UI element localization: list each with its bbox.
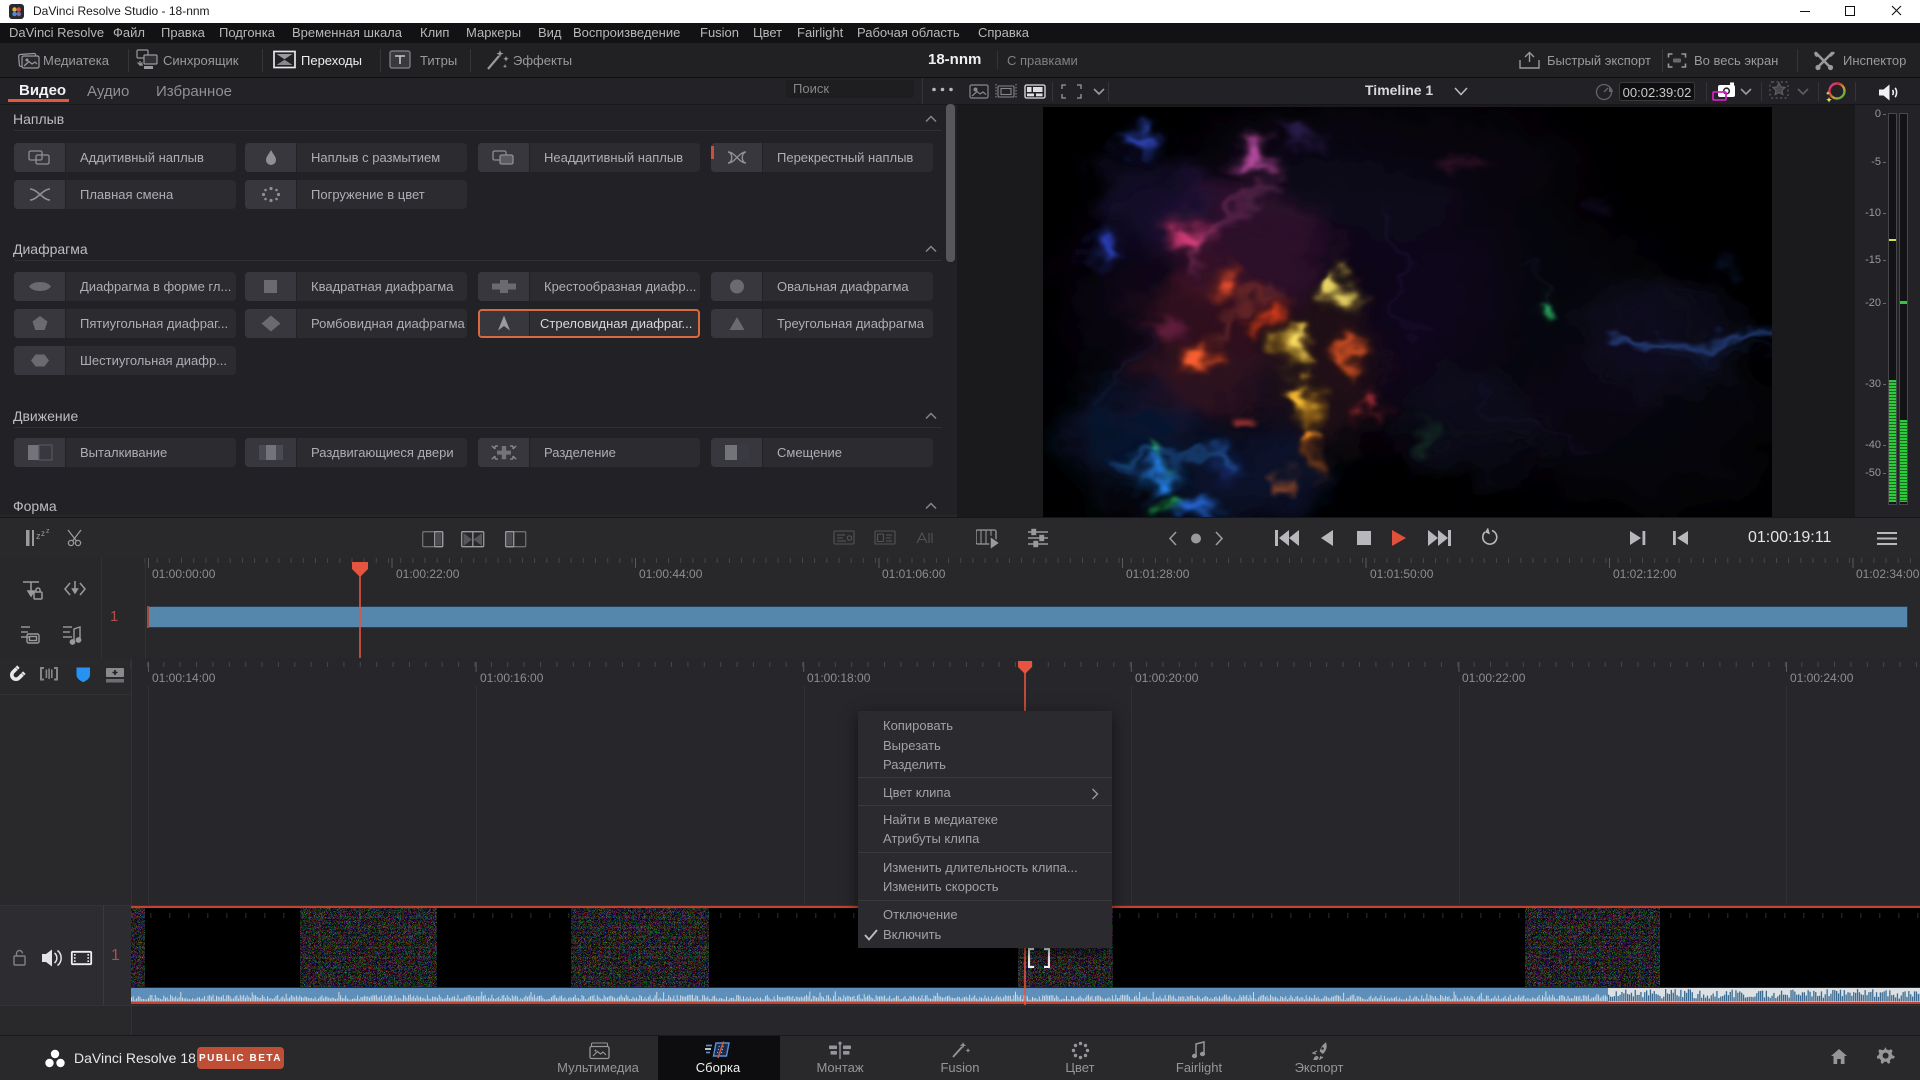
svg-text:z: z: [41, 529, 45, 538]
svg-text:z: z: [46, 528, 50, 535]
